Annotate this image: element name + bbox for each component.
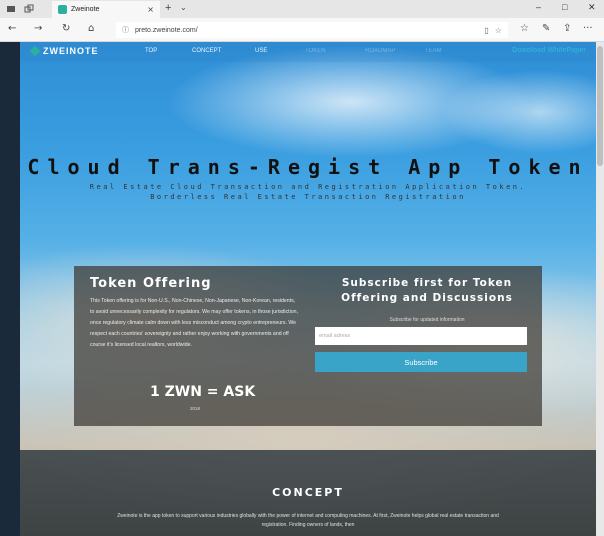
tab-dropdown-icon[interactable]: ⌄	[180, 3, 187, 12]
token-rate: 1 ZWN = ASK	[150, 384, 256, 400]
hero-subtitle-line1: Real Estate Cloud Transaction and Regist…	[89, 183, 527, 191]
token-rate-note: 2018	[190, 406, 201, 411]
concept-text: Zweinote is the app token to support var…	[117, 513, 499, 528]
subscribe-button[interactable]: Subscribe	[315, 352, 527, 372]
browser-tab[interactable]: Zweinote ×	[52, 1, 160, 18]
email-field[interactable]	[315, 327, 527, 345]
site-favicon-icon	[58, 5, 67, 14]
browser-titlebar: Zweinote × + ⌄ – □ ✕	[0, 0, 604, 18]
favorites-icon[interactable]: ☆	[520, 23, 529, 34]
minimize-button[interactable]: –	[536, 2, 541, 12]
forward-button[interactable]: →	[34, 23, 42, 34]
more-icon[interactable]: ···	[583, 23, 593, 34]
concept-section: CONCEPT Zweinote is the app token to sup…	[20, 450, 596, 536]
subscribe-heading: Subscribe first for Token Offering and D…	[341, 277, 513, 304]
nav-roadmap[interactable]: ROADMAP	[365, 48, 395, 54]
site-logo[interactable]: ZWEINOTE	[29, 45, 99, 57]
browser-navbar: ← → ↻ ⌂ ⓘ preto.zweinote.com/ ▯ ☆ ☆ ✎ ⇪ …	[0, 18, 604, 42]
tab-title: Zweinote	[71, 6, 100, 13]
tab-close-icon[interactable]: ×	[147, 5, 154, 14]
share-icon[interactable]: ⇪	[563, 23, 571, 34]
subscribe-note: Subscribe for updated information	[389, 317, 465, 323]
favorite-star-icon[interactable]: ☆	[495, 26, 502, 35]
hero-subtitle-line2: Borderless Real Estate Transaction Regis…	[150, 193, 466, 201]
token-offering-panel: Token Offering This Token offering is fo…	[74, 266, 542, 426]
close-window-button[interactable]: ✕	[588, 2, 596, 13]
site-header: ZWEINOTE TOP CONCEPT USE TOKEN ROADMAP T…	[20, 42, 596, 62]
tab-actions-icon[interactable]	[24, 4, 34, 14]
page-viewport: ZWEINOTE TOP CONCEPT USE TOKEN ROADMAP T…	[20, 42, 596, 536]
token-offering-text: This Token offering is for Non-U.S., Non…	[90, 298, 298, 348]
logo-text: ZWEINOTE	[43, 46, 99, 56]
pen-icon[interactable]: ✎	[542, 23, 550, 34]
nav-token[interactable]: TOKEN	[305, 48, 326, 54]
nav-concept[interactable]: CONCEPT	[192, 48, 221, 54]
address-url[interactable]: preto.zweinote.com/	[135, 27, 198, 34]
reload-button[interactable]: ↻	[62, 23, 70, 34]
nav-top[interactable]: TOP	[145, 48, 157, 54]
reading-view-icon[interactable]: ▯	[484, 26, 488, 35]
nav-use[interactable]: USE	[255, 48, 267, 54]
token-offering-heading: Token Offering	[90, 276, 212, 291]
new-tab-button[interactable]: +	[165, 2, 171, 14]
hero-title: Cloud Trans-Regist App Token	[27, 155, 589, 179]
window-menu-icon[interactable]	[6, 4, 16, 14]
concept-heading: CONCEPT	[272, 486, 344, 499]
home-button[interactable]: ⌂	[88, 23, 94, 34]
hero-subtitle: Real Estate Cloud Transaction and Regist…	[20, 182, 596, 202]
nav-team[interactable]: TEAM	[425, 48, 442, 54]
logo-mark-icon	[29, 45, 41, 57]
back-button[interactable]: ←	[8, 23, 16, 34]
download-whitepaper-link[interactable]: Download WhitePaper	[512, 47, 586, 54]
scrollbar-thumb[interactable]	[597, 46, 603, 166]
maximize-button[interactable]: □	[562, 2, 567, 12]
page-scrollbar[interactable]	[596, 42, 604, 536]
address-bar[interactable]: ⓘ preto.zweinote.com/ ▯ ☆	[116, 22, 508, 38]
site-info-icon[interactable]: ⓘ	[122, 25, 129, 35]
